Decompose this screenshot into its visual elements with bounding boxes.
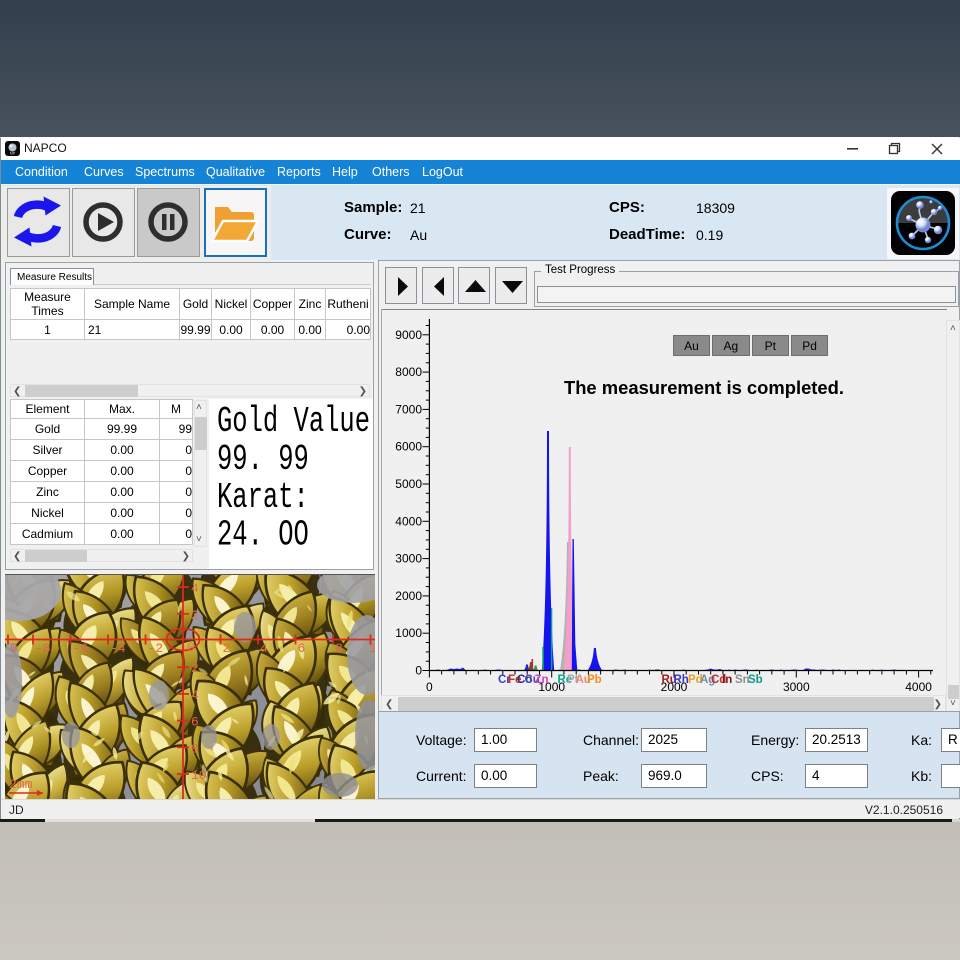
svg-text:-2: -2 (148, 641, 164, 656)
svg-text:6000: 6000 (395, 440, 422, 454)
svg-text:9000: 9000 (395, 328, 422, 342)
svg-text:-4: -4 (110, 641, 126, 656)
svg-text:7000: 7000 (395, 402, 422, 416)
svg-text:6: 6 (191, 715, 199, 730)
svg-text:Rh: Rh (674, 674, 689, 686)
svg-text:5000: 5000 (395, 477, 422, 491)
svg-text:3000: 3000 (395, 552, 422, 566)
svg-text:Zn: Zn (535, 674, 549, 686)
svg-text:Pb: Pb (587, 674, 602, 686)
svg-text:2: 2 (191, 608, 199, 623)
svg-text:In: In (722, 674, 732, 686)
svg-text:8: 8 (335, 641, 343, 656)
svg-text:-8: -8 (35, 641, 51, 656)
svg-text:10: 10 (191, 768, 207, 783)
svg-text:4000: 4000 (905, 680, 932, 694)
svg-text:2000: 2000 (395, 589, 422, 603)
svg-text:4: 4 (191, 688, 199, 703)
svg-text:0: 0 (187, 640, 195, 655)
svg-text:0: 0 (415, 664, 422, 678)
svg-text:Sb: Sb (748, 674, 763, 686)
svg-text:2mm: 2mm (9, 777, 33, 792)
svg-text:4: 4 (260, 641, 268, 656)
svg-text:-6: -6 (73, 641, 89, 656)
svg-text:1000: 1000 (395, 626, 422, 640)
svg-text:The measurement is completed.: The measurement is completed. (564, 377, 844, 398)
svg-text:0: 0 (426, 680, 433, 694)
svg-text:1: 1 (369, 641, 375, 656)
svg-text:3000: 3000 (783, 680, 810, 694)
svg-text:2: 2 (191, 661, 199, 676)
svg-text:NP: NP (10, 151, 16, 156)
svg-text:2: 2 (223, 641, 231, 656)
svg-text:4: 4 (191, 581, 199, 596)
svg-text:6: 6 (298, 641, 306, 656)
svg-text:0: 0 (10, 641, 18, 656)
svg-text:8000: 8000 (395, 365, 422, 379)
svg-text:4000: 4000 (395, 514, 422, 528)
svg-text:8: 8 (191, 741, 199, 756)
